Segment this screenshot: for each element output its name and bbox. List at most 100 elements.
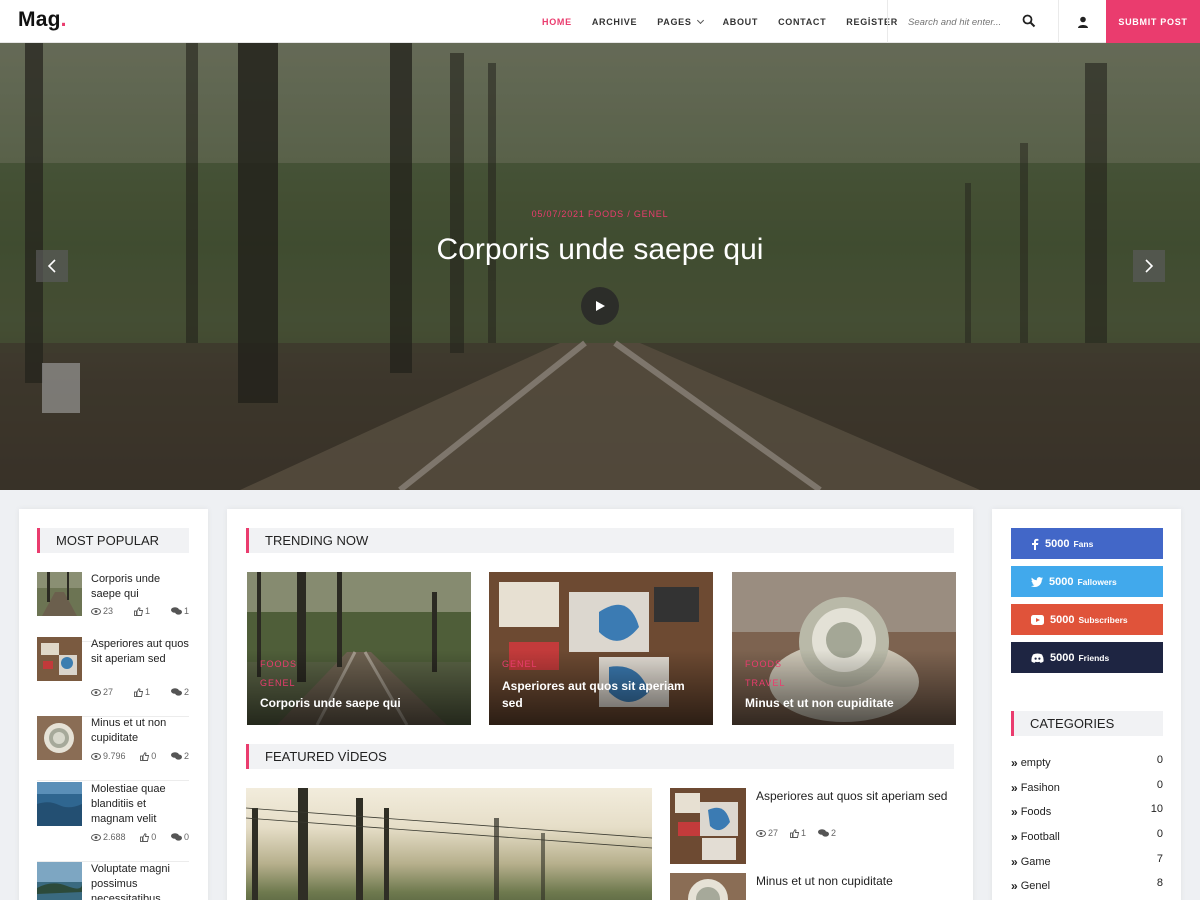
nav-about[interactable]: ABOUT xyxy=(723,17,759,27)
eye-icon xyxy=(91,688,101,696)
double-chevron-icon: » xyxy=(1011,879,1018,893)
facebook-fans-button[interactable]: 5000 Fans xyxy=(1011,528,1163,559)
logo-text: Mag xyxy=(18,8,61,31)
youtube-icon xyxy=(1031,614,1044,625)
comments-icon xyxy=(170,607,182,615)
featured-stats: 27 1 2 xyxy=(756,828,836,838)
user-account-button[interactable] xyxy=(1059,0,1106,43)
popular-stats: 23 1 1 xyxy=(91,606,189,616)
featured-video-item[interactable]: Minus et ut non cupiditate xyxy=(670,873,960,900)
search-icon[interactable] xyxy=(1022,14,1036,28)
site-header: Mag. HOME ARCHIVE PAGES ABOUT CONTACT RE… xyxy=(0,0,1200,43)
card-category[interactable]: TRAVEL xyxy=(745,678,785,688)
popular-thumb xyxy=(37,572,82,616)
social-count: 5000 xyxy=(1049,575,1074,588)
popular-item[interactable]: Corporis unde saepe qui 23 1 1 xyxy=(37,572,189,642)
nav-pages[interactable]: PAGES xyxy=(657,16,704,27)
thumbs-up-icon xyxy=(140,751,150,761)
user-icon xyxy=(1077,16,1088,28)
popular-item[interactable]: Minus et ut non cupiditate 9.796 0 2 xyxy=(37,716,189,781)
category-item[interactable]: » Football 0 xyxy=(1011,828,1163,846)
social-label: Subscribers xyxy=(1078,614,1128,625)
eye-icon xyxy=(91,607,101,615)
card-category[interactable]: FOODS xyxy=(745,659,782,669)
double-chevron-icon: » xyxy=(1011,756,1018,770)
card-title[interactable]: Minus et ut non cupiditate xyxy=(745,695,945,712)
comment-count: 2 xyxy=(818,828,836,838)
category-item[interactable]: » empty 0 xyxy=(1011,754,1163,772)
logo-dot: . xyxy=(60,8,67,31)
submit-post-button[interactable]: SUBMIT POST xyxy=(1106,0,1200,43)
like-count: 1 xyxy=(134,606,150,616)
hero-slider: 05/07/2021 FOODS / GENEL Corporis unde s… xyxy=(0,43,1200,490)
comment-count: 0 xyxy=(170,832,189,842)
hero-title[interactable]: Corporis unde saepe qui xyxy=(0,233,1200,267)
twitter-followers-button[interactable]: 5000 Fallowers xyxy=(1011,566,1163,597)
slider-next-button[interactable] xyxy=(1133,250,1165,282)
play-button[interactable] xyxy=(581,287,619,325)
popular-stats: 2.688 0 0 xyxy=(91,832,189,842)
view-count: 23 xyxy=(91,606,113,616)
view-count: 2.688 xyxy=(91,832,126,842)
nav-home[interactable]: HOME xyxy=(542,17,572,27)
thumbs-up-icon xyxy=(140,832,150,842)
category-item[interactable]: » Foods 10 xyxy=(1011,803,1163,821)
trending-card[interactable]: GENEL Asperiores aut quos sit aperiam se… xyxy=(489,572,713,725)
card-title[interactable]: Corporis unde saepe qui xyxy=(260,695,460,712)
card-category[interactable]: GENEL xyxy=(502,659,538,669)
comments-icon xyxy=(170,833,182,841)
featured-video-main[interactable] xyxy=(246,788,652,900)
search-input[interactable] xyxy=(908,13,1018,31)
slider-prev-button[interactable] xyxy=(36,250,68,282)
thumbs-up-icon xyxy=(134,687,143,697)
card-category[interactable]: FOODS xyxy=(260,659,297,669)
twitter-icon xyxy=(1031,576,1043,587)
comments-icon xyxy=(170,752,182,760)
popular-thumb xyxy=(37,782,82,826)
site-logo[interactable]: Mag. xyxy=(18,8,67,32)
popular-item[interactable]: Molestiae quae blanditiis et magnam veli… xyxy=(37,782,189,862)
trending-card[interactable]: FOODS TRAVEL Minus et ut non cupiditate xyxy=(732,572,956,725)
category-item[interactable]: » Genel 8 xyxy=(1011,877,1163,895)
view-count-value: 9.796 xyxy=(103,751,126,761)
view-count-value: 2.688 xyxy=(103,832,126,842)
like-count: 0 xyxy=(140,832,156,842)
social-count: 5000 xyxy=(1050,651,1075,664)
hero-date: 05/07/2021 xyxy=(531,209,585,219)
category-item[interactable]: » Game 7 xyxy=(1011,853,1163,871)
popular-title: Molestiae quae blanditiis et magnam veli… xyxy=(91,783,166,825)
view-count-value: 27 xyxy=(768,828,779,838)
comment-count-value: 1 xyxy=(183,606,189,616)
card-category[interactable]: GENEL xyxy=(260,678,296,688)
social-count: 5000 xyxy=(1045,537,1070,550)
like-count-value: 1 xyxy=(801,828,807,838)
comment-count: 2 xyxy=(170,751,189,761)
category-name: Genel xyxy=(1020,880,1051,892)
double-chevron-icon: » xyxy=(1011,781,1018,795)
popular-item[interactable]: Asperiores aut quos sit aperiam sed 27 1… xyxy=(37,637,189,717)
chevron-down-icon xyxy=(696,16,704,24)
comment-count-value: 2 xyxy=(831,828,837,838)
nav-contact[interactable]: CONTACT xyxy=(778,17,826,27)
eye-icon xyxy=(756,829,766,837)
category-item[interactable]: » Fasihon 0 xyxy=(1011,779,1163,797)
main-content-panel: TRENDING NOW FOODS GENEL Corporis unde s… xyxy=(227,509,973,900)
view-count: 27 xyxy=(756,828,778,838)
discord-friends-button[interactable]: 5000 Friends xyxy=(1011,642,1163,673)
trending-card[interactable]: FOODS GENEL Corporis unde saepe qui xyxy=(247,572,471,725)
featured-video-item[interactable]: Asperiores aut quos sit aperiam sed 27 1… xyxy=(670,788,960,864)
popular-title: Minus et ut non cupiditate xyxy=(91,717,167,744)
hero-categories[interactable]: FOODS / GENEL xyxy=(588,209,668,219)
comment-count-value: 2 xyxy=(183,751,189,761)
comment-count-value: 0 xyxy=(183,832,189,842)
nav-archive[interactable]: ARCHIVE xyxy=(592,17,637,27)
social-label: Fallowers xyxy=(1077,576,1117,587)
search-box xyxy=(887,0,1059,43)
popular-item[interactable]: Voluptate magni possimus necessitatibus xyxy=(37,862,189,900)
featured-video-title: Minus et ut non cupiditate xyxy=(756,874,893,888)
category-count: 8 xyxy=(1156,877,1163,889)
youtube-subscribers-button[interactable]: 5000 Subscribers xyxy=(1011,604,1163,635)
card-title[interactable]: Asperiores aut quos sit aperiam sed xyxy=(502,678,702,712)
chevron-right-icon xyxy=(1145,259,1154,273)
featured-thumb xyxy=(670,788,746,864)
